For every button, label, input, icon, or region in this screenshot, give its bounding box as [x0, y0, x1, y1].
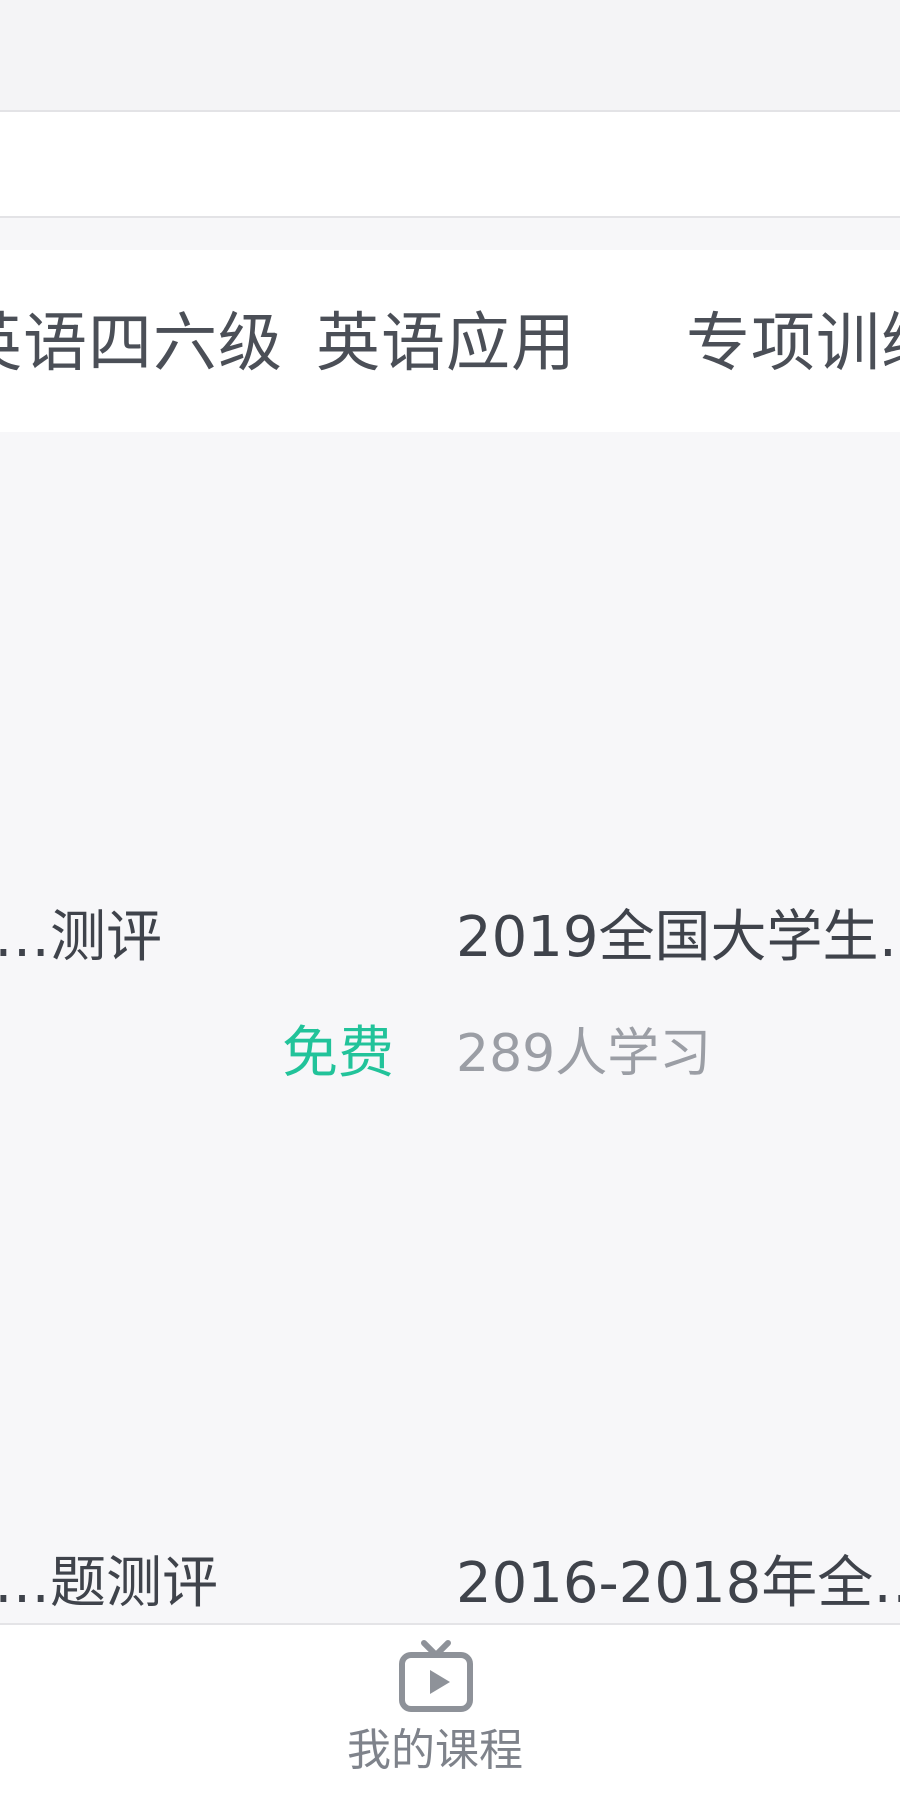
price-free-label: 免费	[282, 1021, 394, 1086]
nav-my-courses[interactable]: 我的课程	[330, 1625, 540, 1800]
tab-special-training[interactable]: 专项训练	[686, 308, 900, 380]
nav-my-courses-label: 我的课程	[347, 1725, 523, 1776]
bottom-nav: 我的课程	[0, 1623, 900, 1800]
learner-count: 289人学习	[456, 1024, 712, 1084]
course-title: 2019全国大学生…	[456, 905, 900, 970]
tab-cet46[interactable]: 英语四六级	[0, 308, 283, 380]
search-band[interactable]	[0, 110, 900, 218]
top-bar	[0, 0, 900, 110]
tab-english-application[interactable]: 英语应用	[316, 308, 576, 380]
app-screen: 英语四六级 英语应用 专项训练 …测评 免费 2019全国大学生… 289人学习…	[0, 0, 900, 1800]
course-title: 2016-2018年全…	[456, 1551, 900, 1616]
course-title: …题测评	[0, 1551, 218, 1616]
course-title: …测评	[0, 905, 162, 970]
tv-play-icon	[399, 1640, 473, 1712]
category-tabs: 英语四六级 英语应用 专项训练	[0, 250, 900, 432]
